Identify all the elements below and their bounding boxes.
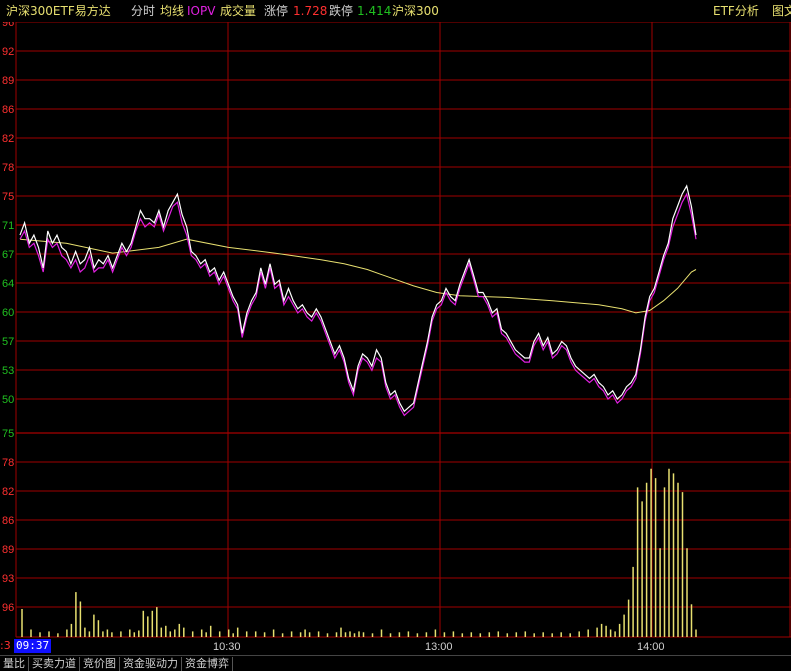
price-lines [19,184,697,417]
price-tick-label: 57 [2,336,14,348]
time-cursor-label: 09:37 [14,639,52,653]
tab-volume-ratio[interactable]: 量比 [0,657,29,671]
price-tick-label: 50 [2,394,14,406]
intraday-chart: 96 92 89 86 82 78 75 71 67 64 60 57 53 50 75 78 82 86 89 9… [2,17,791,653]
tab-capital-game[interactable]: 资金博弈 [182,657,233,671]
price-axis-labels: 9692898682787571676460575350 [2,17,14,406]
chart-header: 沪深300ETF易方达 分时 均线 IOPV 成交量 涨停 1.728 跌停 1… [0,0,791,22]
avg-line-label: 均线 [160,4,185,18]
volume-tick-label: 96 [2,602,14,614]
price-tick-label: 71 [2,220,14,232]
limit-up-value: 1.728 [293,4,328,18]
text-view-button[interactable]: 图文 [772,4,791,18]
time-axis-labels: 10:30 13:00 14:00 [213,641,665,653]
iopv-label: IOPV [187,4,216,18]
index-label[interactable]: 沪深300 [392,4,439,18]
price-tick-label: 67 [2,249,14,261]
time-tick-label: 14:00 [637,641,665,653]
time-tick-label: 13:00 [425,641,453,653]
volume-axis-labels: 75 78 82 86 89 93 96 [2,428,14,614]
price-line [19,184,697,413]
price-tick-label: 64 [2,278,14,290]
volume-tick-label: 82 [2,486,14,498]
cursor-left-fragment: :3 [0,639,11,652]
security-title[interactable]: 沪深300ETF易方达 [6,4,111,18]
price-tick-label: 92 [2,46,14,58]
mode-label[interactable]: 分时 [131,4,155,18]
chart-grid [15,21,791,638]
limit-up-label: 涨停 [264,4,289,18]
tab-auction-chart[interactable]: 竞价图 [80,657,120,671]
price-tick-label: 78 [2,162,14,174]
price-tick-label: 89 [2,75,14,87]
price-tick-label: 53 [2,365,14,377]
volume-tick-label: 78 [2,457,14,469]
tab-buy-sell-power[interactable]: 买卖力道 [29,657,80,671]
price-tick-label: 82 [2,133,14,145]
etf-analysis-button[interactable]: ETF分析 [713,4,759,18]
volume-tick-label: 93 [2,573,14,585]
limit-down-label: 跌停 [329,4,354,18]
tab-capital-drive[interactable]: 资金驱动力 [120,657,182,671]
price-tick-label: 60 [2,307,14,319]
volume-tick-label: 75 [2,428,14,440]
volume-label: 成交量 [220,4,257,18]
volume-bars [21,468,697,637]
price-tick-label: 86 [2,104,14,116]
price-tick-label: 75 [2,191,14,203]
limit-down-value: 1.414 [357,4,392,18]
volume-tick-label: 89 [2,544,14,556]
time-tick-label: 10:30 [213,641,241,653]
volume-tick-label: 86 [2,515,14,527]
bottom-tab-bar: 量比 买卖力道 竞价图 资金驱动力 资金博弈 [0,655,791,671]
